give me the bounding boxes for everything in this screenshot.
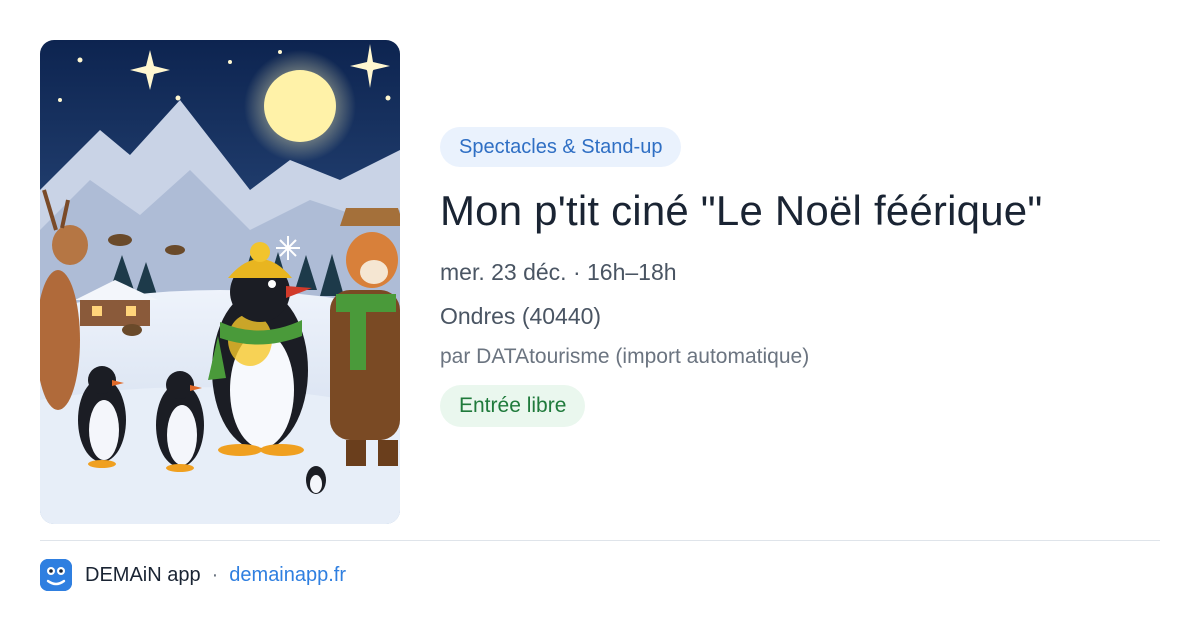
event-location: Ondres (40440) [440, 303, 602, 329]
app-domain-link[interactable]: demainapp.fr [229, 564, 346, 587]
event-info: Spectacles & Stand-up Mon p'tit ciné "Le… [440, 127, 1160, 427]
footer-divider [40, 540, 1160, 541]
event-organizer: par DATAtourisme (import automatique) [440, 345, 810, 368]
app-name: DEMAiN app [85, 563, 201, 586]
category-badge[interactable]: Spectacles & Stand-up [440, 127, 682, 167]
price-badge: Entrée libre [440, 385, 586, 427]
event-title: Mon p'tit ciné "Le Noël féérique" [440, 187, 1043, 234]
footer: DEMAiN app · demainapp.fr [40, 558, 346, 592]
event-illustration [40, 40, 400, 524]
footer-separator: · [211, 563, 219, 586]
demain-app-logo-icon [40, 559, 72, 591]
event-image [40, 40, 400, 524]
event-datetime: mer. 23 déc. · 16h–18h [440, 259, 677, 285]
